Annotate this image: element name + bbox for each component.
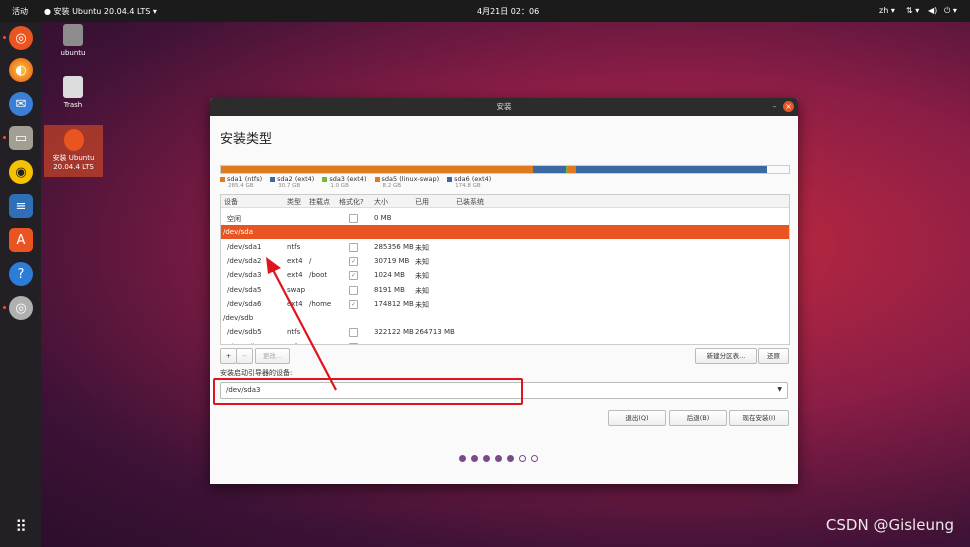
watermark: CSDN @Gisleung bbox=[825, 516, 954, 534]
annotation-arrow bbox=[266, 257, 337, 391]
